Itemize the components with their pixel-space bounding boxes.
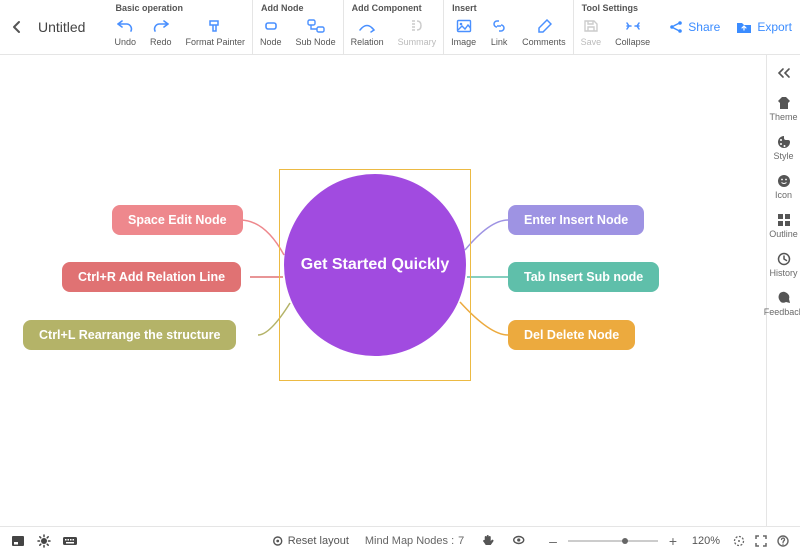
redo-button[interactable]: Redo bbox=[143, 15, 179, 48]
export-button[interactable]: Export bbox=[736, 20, 792, 34]
summary-icon bbox=[408, 17, 426, 35]
header-actions: Share Export bbox=[669, 20, 792, 34]
brush-icon bbox=[206, 17, 224, 35]
sidebar-item-feedback[interactable]: Feedback bbox=[767, 290, 800, 317]
group-title-addcomp: Add Component bbox=[344, 3, 444, 15]
pointer-tool-button[interactable] bbox=[512, 533, 528, 549]
mindmap-node[interactable]: Ctrl+R Add Relation Line bbox=[62, 262, 241, 292]
sub-node-icon bbox=[307, 17, 325, 35]
brightness-button[interactable] bbox=[36, 534, 52, 548]
share-button[interactable]: Share bbox=[669, 20, 720, 34]
zoom-value: 120% bbox=[688, 535, 724, 547]
comments-button[interactable]: Comments bbox=[515, 15, 573, 48]
toolbar: Untitled Basic operation Undo Redo Forma… bbox=[0, 0, 800, 55]
help-button[interactable] bbox=[776, 534, 790, 548]
save-button: Save bbox=[574, 15, 609, 48]
mindmap-node[interactable]: Space Edit Node bbox=[112, 205, 243, 235]
group-title-basic: Basic operation bbox=[107, 3, 252, 15]
comments-icon bbox=[535, 17, 553, 35]
sidebar-item-style[interactable]: Style bbox=[767, 134, 800, 161]
relation-button[interactable]: Relation bbox=[344, 15, 391, 48]
link-icon bbox=[490, 17, 508, 35]
zoom-slider-handle[interactable] bbox=[622, 538, 628, 544]
sidebar-item-history[interactable]: History bbox=[767, 251, 800, 278]
sidebar-item-outline[interactable]: Outline bbox=[767, 212, 800, 239]
collapse-icon bbox=[624, 17, 642, 35]
group-title-addnode: Add Node bbox=[253, 3, 343, 15]
smiley-icon bbox=[776, 173, 792, 189]
back-button[interactable] bbox=[6, 16, 28, 38]
mindmap-node[interactable]: Enter Insert Node bbox=[508, 205, 644, 235]
right-sidebar: Theme Style Icon Outline History Feedbac… bbox=[766, 55, 800, 526]
zoom-out-button[interactable]: – bbox=[546, 534, 560, 548]
save-icon bbox=[582, 17, 600, 35]
palette-icon bbox=[776, 134, 792, 150]
group-title-toolsettings: Tool Settings bbox=[574, 3, 658, 15]
chevron-left-double-icon bbox=[776, 67, 792, 79]
pan-tool-button[interactable] bbox=[480, 533, 496, 549]
outline-icon bbox=[776, 212, 792, 228]
document-title[interactable]: Untitled bbox=[34, 19, 89, 35]
feedback-icon bbox=[776, 290, 792, 306]
mindmap-node[interactable]: Tab Insert Sub node bbox=[508, 262, 659, 292]
center-node[interactable]: Get Started Quickly bbox=[284, 174, 466, 356]
sidebar-collapse-button[interactable] bbox=[769, 61, 799, 85]
fit-button[interactable] bbox=[732, 534, 746, 548]
redo-icon bbox=[152, 17, 170, 35]
fullscreen-button[interactable] bbox=[754, 534, 768, 548]
format-painter-button[interactable]: Format Painter bbox=[179, 15, 253, 48]
mindmap-canvas[interactable]: Get Started Quickly Space Edit Node Ctrl… bbox=[0, 55, 766, 526]
toolbar-groups: Basic operation Undo Redo Format Painter… bbox=[107, 0, 657, 54]
history-icon bbox=[776, 251, 792, 267]
share-icon bbox=[669, 20, 683, 34]
node-icon bbox=[262, 17, 280, 35]
sub-node-button[interactable]: Sub Node bbox=[289, 15, 343, 48]
eye-icon bbox=[512, 533, 524, 547]
chevron-left-icon bbox=[10, 20, 24, 34]
relation-icon bbox=[358, 17, 376, 35]
node-count-display: Mind Map Nodes :7 bbox=[365, 535, 464, 547]
target-icon bbox=[272, 535, 284, 547]
image-icon bbox=[455, 17, 473, 35]
mindmap-node[interactable]: Ctrl+L Rearrange the structure bbox=[23, 320, 236, 350]
sidebar-item-icon[interactable]: Icon bbox=[767, 173, 800, 200]
collapse-button[interactable]: Collapse bbox=[608, 15, 657, 48]
hand-icon bbox=[480, 533, 494, 547]
shirt-icon bbox=[776, 95, 792, 111]
sidebar-item-theme[interactable]: Theme bbox=[767, 95, 800, 122]
undo-button[interactable]: Undo bbox=[107, 15, 143, 48]
node-button[interactable]: Node bbox=[253, 15, 289, 48]
reset-layout-button[interactable]: Reset layout bbox=[272, 535, 349, 547]
zoom-slider[interactable] bbox=[568, 540, 658, 542]
export-icon bbox=[736, 20, 752, 34]
image-button[interactable]: Image bbox=[444, 15, 483, 48]
navigator-button[interactable] bbox=[10, 534, 26, 548]
summary-button: Summary bbox=[391, 15, 444, 48]
keyboard-button[interactable] bbox=[62, 534, 78, 548]
link-button[interactable]: Link bbox=[483, 15, 515, 48]
group-title-insert: Insert bbox=[444, 3, 573, 15]
undo-icon bbox=[116, 17, 134, 35]
zoom-in-button[interactable]: + bbox=[666, 534, 680, 548]
status-bar: Reset layout Mind Map Nodes :7 – + 120% bbox=[0, 526, 800, 554]
mindmap-node[interactable]: Del Delete Node bbox=[508, 320, 635, 350]
